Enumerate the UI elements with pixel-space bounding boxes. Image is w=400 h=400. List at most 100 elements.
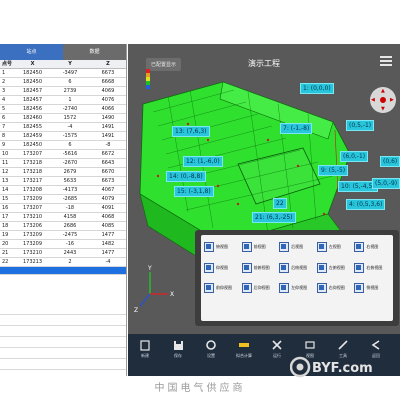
cell-id: 4 [0,95,14,105]
view-option-label: 俯视图 [216,244,228,250]
point-label[interactable]: 1: (0,0,0) [300,83,334,94]
view-option[interactable]: 前仰视图 [204,279,240,298]
watermark-logo: BYF.com [290,356,373,378]
toolbar-button[interactable]: 拟合计算 [231,334,257,376]
cell-id: 13 [0,176,14,186]
cell-y: 2 [51,257,89,267]
view-option[interactable]: 后俯视图 [279,259,315,278]
toolbar-button[interactable]: 设置 [198,334,224,376]
table-row[interactable]: 7 182455 -4 1491 [0,122,126,132]
tab-data[interactable]: 数据 [63,44,126,60]
point-label[interactable]: 4: (0,5,3,6) [346,199,386,210]
table-row[interactable]: 20 173209 -16 1482 [0,239,126,249]
cell-z: 1490 [89,113,126,123]
cell-y: 6 [51,140,89,150]
navigation-pad[interactable]: ▲ ▼ ◀ ▶ [370,87,396,113]
nav-left-icon[interactable]: ◀ [371,97,375,103]
cell-z: 6673 [89,176,126,186]
toolbar-button[interactable]: 新建 [132,334,158,376]
view-option[interactable]: 后仰视图 [241,279,278,298]
cell-x: 173207 [14,149,51,159]
view-cube-icon [316,262,327,273]
view-option[interactable]: 右视图 [354,238,390,257]
point-label[interactable]: 7: (-1,-8) [280,123,313,134]
nav-down-icon[interactable]: ▼ [381,106,385,112]
view-option[interactable]: 侧视图 [354,279,390,298]
view-option[interactable]: 左仰视图 [279,279,315,298]
view-option[interactable]: 前视图 [241,238,278,257]
view-option[interactable]: 前俯视图 [241,259,278,278]
point-label[interactable]: (0,5,-1) [346,120,375,131]
table-row[interactable]: 16 173207 -18 4091 [0,203,126,213]
table-row[interactable]: 21 173210 2443 1477 [0,248,126,258]
point-label[interactable]: 22 [273,198,287,209]
cell-id: 11 [0,158,14,168]
view-option-label: 右视图 [366,244,379,250]
nav-up-icon[interactable]: ▲ [381,88,385,94]
point-label[interactable]: 15: (-3,1,8) [174,186,214,197]
view-option[interactable]: 右仰视图 [316,279,353,298]
cell-y: 2443 [51,248,89,258]
model-3d-view[interactable]: Y X Z 已配置显示 演示工程 ▲ ▼ ◀ ▶ 1: (0,0,0) 13: … [128,44,400,334]
table-row[interactable]: 8 182459 -1575 1491 [0,131,126,141]
cell-y: -2740 [51,104,89,114]
table-row[interactable]: 4 182457 1 4076 [0,95,126,105]
view-option[interactable]: 左俯视图 [316,259,353,278]
cell-z: 4076 [89,95,126,105]
cell-id: 20 [0,239,14,249]
table-row[interactable]: 2 182450 6 6668 [0,77,126,87]
table-row[interactable]: 9 182450 6 -8 [0,140,126,150]
view-option[interactable]: 仰视图 [204,259,240,278]
table-row[interactable]: 22 173213 2 -4 [0,257,126,267]
view-option-label: 左视图 [328,244,341,250]
color-legend [146,69,150,91]
table-row[interactable]: 10 173207 -5616 6672 [0,149,126,159]
point-label[interactable]: 13: (7,6,3) [172,126,210,137]
table-row[interactable]: 12 173218 2679 6670 [0,167,126,177]
view-option[interactable]: 后视图 [279,238,315,257]
display-config-button[interactable]: 已配置显示 [146,58,182,71]
table-row[interactable]: 17 173210 4158 4068 [0,212,126,222]
point-label[interactable]: 14: (0,-8,8) [166,171,206,182]
tab-station[interactable]: 站点 [0,44,63,60]
point-label[interactable]: (6,0,-1) [340,151,369,162]
view-cube-icon [204,283,214,294]
col-header-id: 点号 [0,60,14,69]
toolbar-button-label: 保存 [174,353,182,358]
menu-icon[interactable] [380,56,392,66]
table-row[interactable]: 14 173208 -4173 4067 [0,185,126,195]
table-row[interactable]: 1 182450 -3497 6673 [0,68,126,78]
cell-z: 6672 [89,149,126,159]
cell-x: 173210 [14,212,51,222]
selected-row[interactable] [0,266,126,275]
view-option[interactable]: 俯视图 [204,238,240,257]
cell-y: -4 [51,122,89,132]
table-row[interactable]: 11 173218 -2670 6643 [0,158,126,168]
point-label[interactable]: (5,0,-9) [372,178,400,189]
toolbar-button[interactable]: 运行 [264,334,290,376]
table-row[interactable]: 13 173217 5633 6673 [0,176,126,186]
selected-row-cell [89,266,126,275]
nav-center-icon[interactable] [380,97,386,103]
view-option[interactable]: 右俯视图 [354,259,390,278]
point-label[interactable]: 12: (1,-6,0) [183,156,223,167]
view-cube-icon [241,262,252,273]
nav-right-icon[interactable]: ▶ [390,97,394,103]
point-label[interactable]: 21: (6,3,-25) [252,212,296,223]
toolbar-button[interactable]: 保存 [165,334,191,376]
point-label[interactable]: 9: (5,-5) [318,165,349,176]
table-row[interactable]: 3 182457 2739 4069 [0,86,126,96]
table-row[interactable]: 6 182460 1572 1490 [0,113,126,123]
cell-id: 19 [0,230,14,240]
cell-y: 4158 [51,212,89,222]
svg-text:BYF.com: BYF.com [312,361,373,376]
point-label[interactable]: (0,6) [380,156,400,167]
toolbar-button-label: 新建 [141,353,149,358]
view-option-label: 左俯视图 [328,264,345,270]
table-row[interactable]: 19 173209 -2475 1477 [0,230,126,240]
table-row[interactable]: 15 173209 -2685 4079 [0,194,126,204]
table-row[interactable]: 5 182456 -2740 4066 [0,104,126,114]
table-row[interactable]: 18 173206 2686 4085 [0,221,126,231]
view-option[interactable]: 左视图 [316,238,353,257]
view-cube-icon [279,283,290,294]
